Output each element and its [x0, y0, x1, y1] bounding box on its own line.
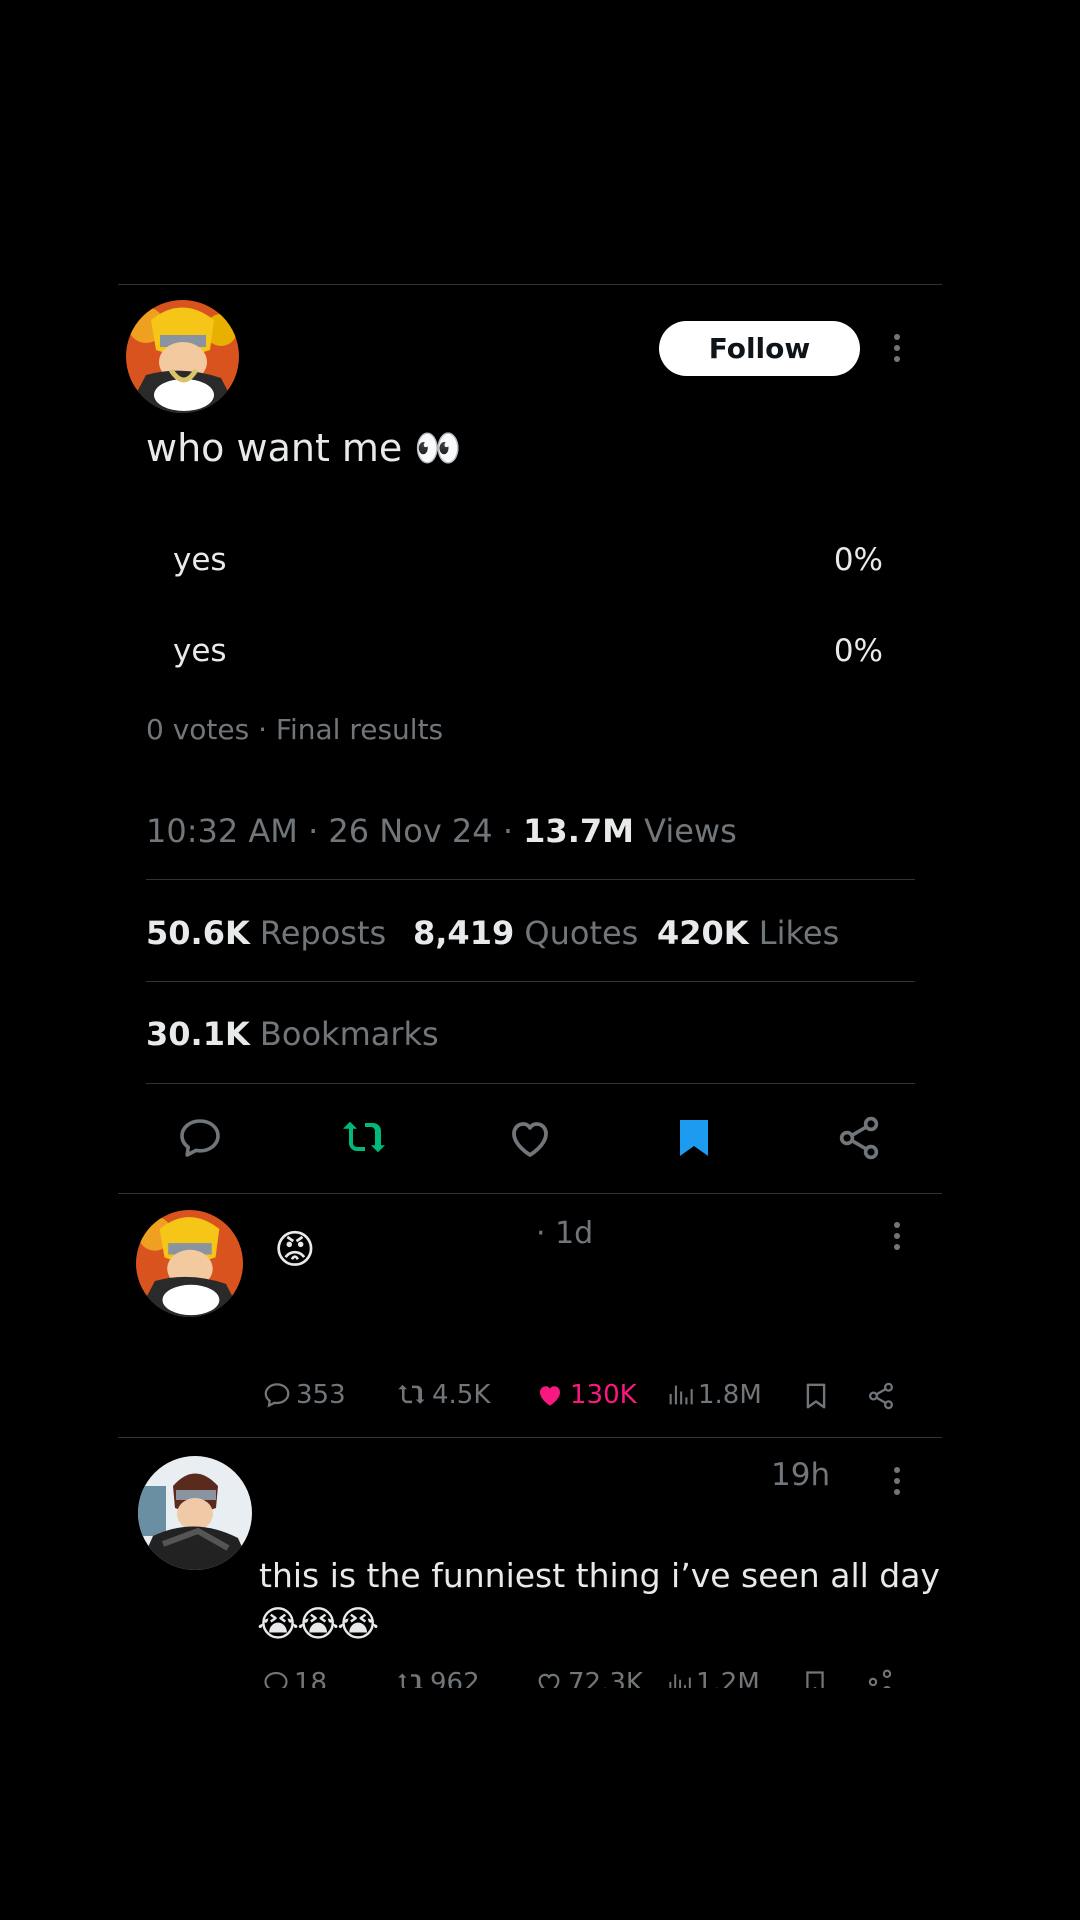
reply-icon — [264, 1672, 288, 1688]
reply-action-likes[interactable]: 130K — [534, 1380, 637, 1410]
reply-avatar[interactable] — [136, 1210, 243, 1317]
repost-count: 962 — [430, 1668, 480, 1688]
bookmark-icon[interactable] — [801, 1668, 829, 1688]
poll-option-1-percent: 0% — [833, 542, 883, 578]
more-icon[interactable] — [892, 1222, 902, 1255]
share-icon[interactable] — [866, 1381, 896, 1411]
reply-count: 353 — [296, 1380, 346, 1410]
reply-action-replies[interactable]: 353 — [262, 1380, 346, 1410]
like-icon — [538, 1673, 560, 1688]
bookmarks-count: 30.1K — [146, 1015, 250, 1053]
reply-action-views[interactable]: 1.8M — [666, 1380, 762, 1410]
quotes-label: Quotes — [514, 914, 639, 952]
top-divider — [118, 284, 942, 285]
more-icon[interactable] — [892, 1467, 902, 1500]
divider — [146, 981, 915, 982]
author-avatar[interactable] — [126, 300, 239, 413]
reply-actions-cropped: 18 962 72.3K 1.2M — [250, 1668, 930, 1688]
share-icon[interactable] — [835, 1114, 883, 1162]
views-icon — [669, 1385, 693, 1405]
share-icon[interactable] — [866, 1668, 894, 1688]
like-icon[interactable] — [506, 1114, 554, 1162]
divider — [146, 1083, 915, 1084]
reposts-count: 50.6K — [146, 914, 250, 952]
timestamp-text: 10:32 AM · 26 Nov 24 · — [146, 812, 524, 850]
likes-count: 420K — [657, 914, 749, 952]
repost-icon — [398, 1384, 425, 1404]
poll-option-2-label: yes — [173, 633, 227, 669]
divider — [118, 1193, 942, 1194]
reply-icon — [264, 1383, 290, 1408]
reply-action-likes[interactable]: 72.3K — [534, 1668, 643, 1688]
reply-count: 18 — [294, 1668, 328, 1688]
quotes-count: 8,419 — [413, 914, 515, 952]
reply-action-reposts[interactable]: 4.5K — [396, 1380, 490, 1410]
likes-stat[interactable]: 420K Likes — [657, 914, 839, 952]
reply-emoji: 😡 — [274, 1227, 316, 1273]
tweet-timestamp: 10:32 AM · 26 Nov 24 · 13.7M Views — [146, 812, 737, 850]
bookmark-icon[interactable] — [670, 1114, 718, 1162]
views-count: 13.7M — [523, 812, 634, 850]
reply-icon[interactable] — [176, 1114, 224, 1162]
follow-button[interactable]: Follow — [659, 321, 860, 376]
more-icon[interactable] — [892, 334, 902, 367]
like-count: 130K — [570, 1380, 637, 1410]
bookmarks-stat[interactable]: 30.1K Bookmarks — [146, 1015, 439, 1053]
tweet-text: who want me 👀 — [146, 426, 462, 470]
reposts-label: Reposts — [249, 914, 387, 952]
bookmark-icon[interactable] — [801, 1380, 831, 1412]
poll-summary: 0 votes · Final results — [146, 713, 444, 746]
reply-avatar[interactable] — [138, 1456, 252, 1570]
views-label: Views — [633, 812, 737, 850]
like-icon — [540, 1386, 560, 1406]
views-count: 1.8M — [698, 1380, 762, 1410]
reply-action-replies[interactable]: 18 — [262, 1668, 327, 1688]
reply-emojis: 😭😭😭 — [257, 1604, 379, 1645]
likes-label: Likes — [748, 914, 840, 952]
views-icon — [669, 1674, 691, 1688]
poll-option-2-percent: 0% — [833, 633, 883, 669]
reply-time: · 1d — [536, 1216, 594, 1251]
divider — [118, 1437, 942, 1438]
repost-icon[interactable] — [341, 1114, 389, 1162]
repost-icon — [398, 1673, 423, 1688]
reply-action-reposts[interactable]: 962 — [396, 1668, 480, 1688]
reposts-stat[interactable]: 50.6K Reposts — [146, 914, 386, 952]
divider — [146, 879, 915, 880]
reply-text: this is the funniest thing i’ve seen all… — [259, 1556, 940, 1595]
poll-option-1-label: yes — [173, 542, 227, 578]
quotes-stat[interactable]: 8,419 Quotes — [413, 914, 638, 952]
like-count: 72.3K — [568, 1668, 643, 1688]
views-count: 1.2M — [696, 1668, 760, 1688]
repost-count: 4.5K — [432, 1380, 491, 1410]
reply-time: 19h — [771, 1457, 831, 1493]
bookmarks-label: Bookmarks — [249, 1015, 439, 1053]
reply-action-views[interactable]: 1.2M — [666, 1668, 760, 1688]
